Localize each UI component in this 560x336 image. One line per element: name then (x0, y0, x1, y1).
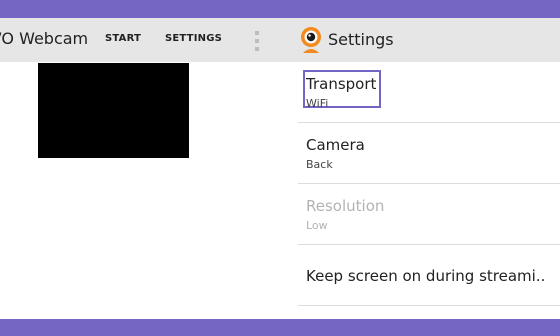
camera-preview (38, 63, 189, 158)
preference-title: Keep screen on during streami.. (306, 267, 546, 285)
preference-list: Transport WiFi Camera Back Resolution Lo… (298, 62, 560, 306)
settings-title: Settings (328, 30, 394, 49)
webcam-app-icon (301, 27, 321, 53)
app-title: /O Webcam (0, 29, 89, 48)
main-action-bar: /O Webcam START SETTINGS (0, 18, 298, 62)
camera-preference[interactable]: Camera Back (298, 123, 560, 184)
preference-summary: WiFi (306, 97, 329, 110)
preference-summary: Low (306, 219, 328, 232)
preference-title: Camera (306, 136, 365, 154)
app-screen: /O Webcam START SETTINGS Settings Transp… (0, 18, 560, 319)
overflow-menu-icon[interactable] (250, 28, 264, 54)
preference-summary: Back (306, 158, 333, 171)
settings-action-bar: Settings (298, 18, 560, 62)
start-button[interactable]: START (105, 33, 141, 44)
transport-preference[interactable]: Transport WiFi (298, 62, 560, 123)
resolution-preference[interactable]: Resolution Low (298, 184, 560, 245)
keep-screen-on-preference[interactable]: Keep screen on during streami.. (298, 245, 560, 306)
settings-button[interactable]: SETTINGS (165, 33, 222, 44)
preference-title: Transport (306, 75, 377, 93)
preference-title: Resolution (306, 197, 385, 215)
